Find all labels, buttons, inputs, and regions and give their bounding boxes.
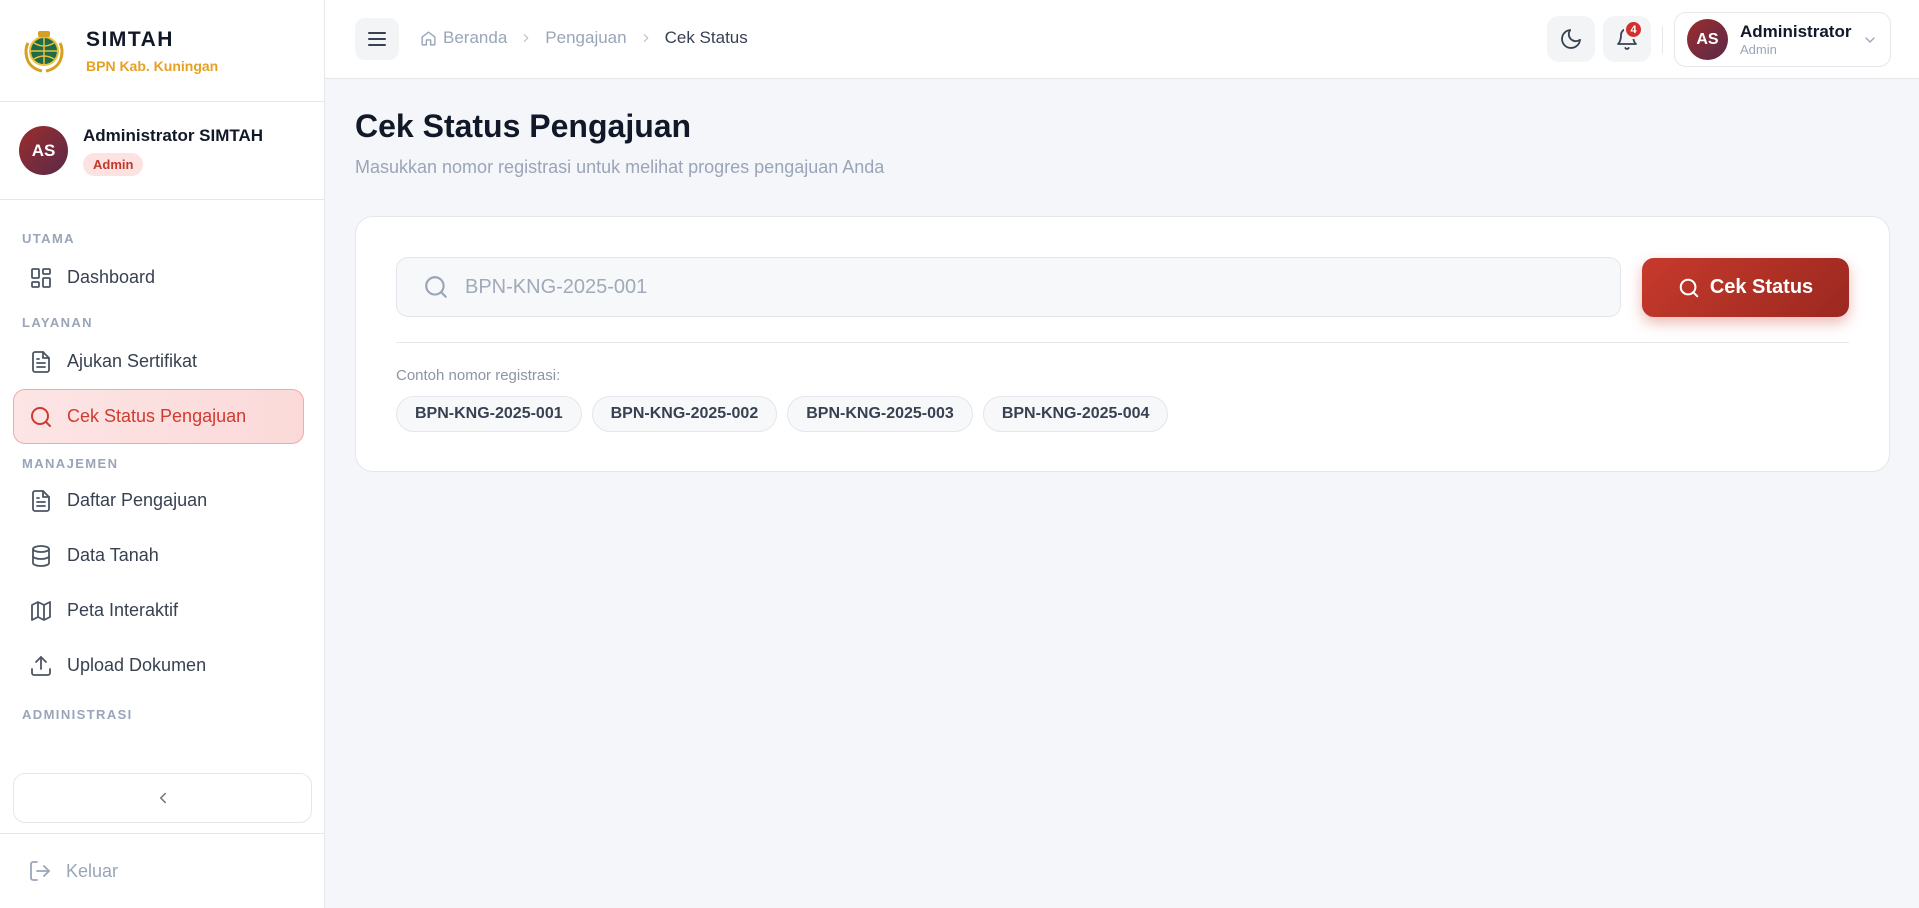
sidebar-item-label: Daftar Pengajuan [67, 490, 208, 510]
header-divider [1662, 26, 1663, 54]
breadcrumb: Beranda Pengajuan Cek Status [420, 28, 748, 48]
page-subtitle: Masukkan nomor registrasi untuk melihat … [355, 157, 885, 177]
cek-status-label: Cek Status [1709, 276, 1814, 298]
brand-title: SIMTAH [86, 27, 174, 51]
notification-count-badge: 4 [1624, 20, 1643, 39]
brand: SIMTAH BPN Kab. Kuningan [0, 0, 324, 102]
example-chip[interactable]: BPN-KNG-2025-003 [787, 396, 973, 432]
sidebar-item-daftar-pengajuan[interactable]: Daftar Pengajuan [13, 473, 304, 528]
sidebar-nav: UTAMA Dashboard LAYANAN Ajukan Sertifika… [0, 231, 324, 722]
upload-icon [29, 654, 53, 678]
grid-icon [29, 266, 53, 290]
document-icon [29, 489, 53, 513]
search-field[interactable] [396, 257, 1621, 317]
page-title: Cek Status Pengajuan [355, 108, 692, 144]
chevron-down-icon [1862, 32, 1878, 48]
sidebar-item-peta-interaktif[interactable]: Peta Interaktif [13, 583, 304, 638]
registration-number-input[interactable] [465, 275, 1565, 299]
document-icon [29, 350, 53, 374]
profile-name: Administrator [1740, 22, 1852, 41]
breadcrumb-pengajuan[interactable]: Pengajuan [545, 28, 626, 48]
section-label-manajemen: MANAJEMEN [22, 456, 119, 471]
sidebar-item-label: Ajukan Sertifikat [67, 351, 198, 371]
chevron-right-icon [639, 31, 653, 45]
database-icon [29, 544, 53, 568]
search-icon [1678, 277, 1700, 299]
profile-menu-button[interactable]: AS Administrator Admin [1674, 12, 1891, 67]
chevron-left-icon [154, 789, 172, 807]
sidebar-item-label: Dashboard [67, 267, 156, 287]
map-icon [29, 599, 53, 623]
search-icon [423, 274, 449, 300]
collapse-sidebar-button[interactable] [13, 773, 312, 823]
menu-toggle-button[interactable] [355, 18, 399, 60]
divider [396, 342, 1849, 343]
example-chip[interactable]: BPN-KNG-2025-002 [591, 396, 778, 432]
sidebar-item-label: Cek Status Pengajuan [67, 406, 247, 426]
logout-button[interactable]: Keluar [0, 833, 325, 908]
sidebar-item-label: Peta Interaktif [67, 600, 179, 620]
role-badge: Admin [83, 152, 144, 176]
user-name: Administrator SIMTAH [83, 125, 264, 145]
cek-status-button[interactable]: Cek Status [1642, 258, 1849, 317]
breadcrumb-beranda[interactable]: Beranda [443, 28, 507, 48]
section-label-layanan: LAYANAN [22, 315, 93, 330]
section-label-administrasi: ADMINISTRASI [22, 707, 133, 722]
sidebar-item-label: Upload Dokumen [67, 655, 207, 675]
user-card: AS Administrator SIMTAH Admin [0, 102, 324, 200]
sidebar-item-data-tanah[interactable]: Data Tanah [13, 528, 304, 583]
sidebar-item-ajukan-sertifikat[interactable]: Ajukan Sertifikat [13, 334, 304, 389]
example-chips: BPN-KNG-2025-001 BPN-KNG-2025-002 BPN-KN… [396, 396, 1178, 432]
example-chip[interactable]: BPN-KNG-2025-004 [982, 396, 1169, 432]
sidebar-item-dashboard[interactable]: Dashboard [13, 250, 304, 305]
section-label-utama: UTAMA [22, 231, 75, 246]
brand-subtitle: BPN Kab. Kuningan [86, 57, 219, 74]
hamburger-icon [365, 27, 389, 51]
sidebar-item-cek-status[interactable]: Cek Status Pengajuan [13, 389, 304, 444]
logout-label: Keluar [66, 860, 119, 881]
status-check-card: Cek Status Contoh nomor registrasi: BPN-… [355, 216, 1890, 472]
logout-icon [28, 859, 52, 883]
example-chip[interactable]: BPN-KNG-2025-001 [396, 396, 582, 432]
profile-role: Admin [1740, 42, 1777, 57]
sidebar-item-upload-dokumen[interactable]: Upload Dokumen [13, 638, 304, 693]
examples-label: Contoh nomor registrasi: [396, 367, 561, 384]
bpn-logo [22, 29, 66, 73]
moon-icon [1559, 27, 1583, 51]
search-icon [29, 405, 53, 429]
home-icon [420, 30, 437, 47]
notifications-button[interactable]: 4 [1603, 16, 1651, 62]
chevron-right-icon [519, 31, 533, 45]
avatar: AS [19, 126, 68, 175]
sidebar: SIMTAH BPN Kab. Kuningan AS Administrato… [0, 0, 325, 908]
theme-toggle-button[interactable] [1547, 16, 1595, 62]
breadcrumb-current: Cek Status [664, 28, 748, 47]
topbar: Beranda Pengajuan Cek Status 4 AS Admini… [325, 0, 1919, 79]
avatar: AS [1687, 19, 1728, 60]
sidebar-item-label: Data Tanah [67, 545, 159, 565]
